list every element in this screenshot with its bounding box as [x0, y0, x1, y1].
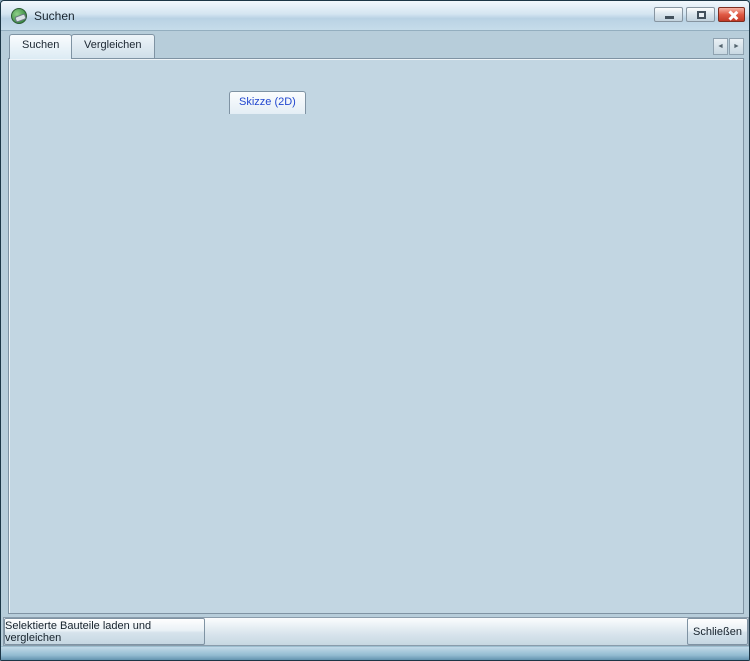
tab-page-suchen [8, 58, 744, 614]
maximize-button[interactable] [686, 7, 715, 22]
minimize-button[interactable] [654, 7, 683, 22]
tab-suchen[interactable]: Suchen [9, 34, 72, 59]
footer-close-button[interactable]: Schließen [687, 618, 748, 645]
window-title: Suchen [34, 9, 75, 23]
tab-vergleichen[interactable]: Vergleichen [71, 34, 155, 58]
titlebar: Suchen [1, 1, 750, 31]
window-bottom-frame [1, 646, 750, 661]
maximize-icon [697, 11, 706, 19]
close-button[interactable] [718, 7, 745, 22]
minimize-icon [665, 16, 674, 19]
app-icon [11, 8, 27, 24]
tab-scroll-right-icon[interactable]: ► [729, 38, 744, 55]
tab-scroll-left-icon[interactable]: ◄ [713, 38, 728, 55]
load-and-compare-button[interactable]: Selektierte Bauteile laden und vergleich… [4, 618, 205, 645]
search-window: Suchen Suchen Vergleichen ◄ ► − Suchopti… [0, 0, 750, 661]
tab-skizze-2d[interactable]: Skizze (2D) [229, 91, 306, 114]
close-icon [727, 10, 738, 21]
